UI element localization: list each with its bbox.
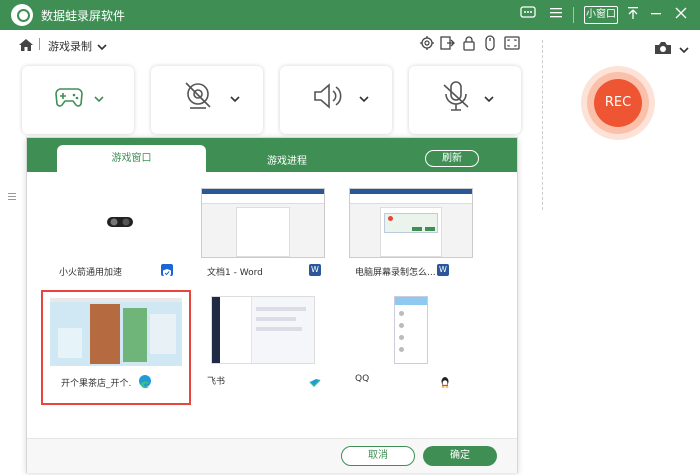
dialog-footer: 取消 确定 — [27, 438, 517, 473]
edge-thumbnail — [50, 298, 182, 366]
word-icon: W — [309, 264, 321, 276]
title-bar: 数据蛙录屏软件 小窗口 — [0, 0, 700, 30]
lock-icon[interactable] — [461, 35, 477, 51]
webcam-card[interactable] — [151, 66, 263, 134]
feishu-icon — [309, 373, 321, 387]
chevron-down-icon[interactable] — [96, 38, 108, 57]
rocket-shield-icon — [161, 264, 173, 278]
speaker-icon — [312, 82, 346, 114]
window-item[interactable]: 小火箭通用加速 — [51, 186, 201, 301]
microphone-off-icon — [441, 80, 471, 118]
window-item[interactable]: 飞书 — [199, 290, 349, 405]
feishu-thumbnail — [211, 296, 315, 364]
edge-icon — [139, 375, 151, 389]
chevron-down-icon[interactable] — [229, 90, 241, 109]
titlebar-divider — [573, 7, 574, 23]
window-item-selected[interactable]: 开个果茶店_开个... — [41, 290, 191, 405]
game-card[interactable] — [22, 66, 134, 134]
system-sound-card[interactable] — [280, 66, 392, 134]
gamepad-icon — [54, 86, 84, 112]
word-thumbnail — [201, 188, 325, 258]
breadcrumb[interactable]: 游戏录制 — [48, 38, 92, 54]
close-icon[interactable] — [674, 6, 688, 26]
microphone-card[interactable] — [409, 66, 521, 134]
message-icon[interactable] — [520, 6, 536, 26]
window-item-label: 小火箭通用加速 — [59, 268, 123, 278]
app-title: 数据蛙录屏软件 — [41, 9, 126, 23]
window-item-label: 文档1 - Word — [207, 268, 263, 278]
window-item-label: 电脑屏幕录制怎么... — [355, 268, 435, 278]
home-icon[interactable] — [18, 37, 34, 56]
window-item[interactable]: 电脑屏幕录制怎么... W — [347, 186, 497, 301]
camera-icon[interactable] — [654, 40, 672, 59]
rocket-thumbnail — [107, 214, 133, 233]
tab-game-window[interactable]: 游戏窗口 — [57, 145, 206, 173]
webcam-off-icon — [183, 80, 213, 116]
window-item-label: 开个果茶店_开个... — [61, 379, 131, 389]
fullscreen-icon[interactable] — [504, 35, 520, 51]
word-thumbnail — [349, 188, 473, 258]
breadcrumb-divider — [39, 38, 40, 50]
mouse-icon[interactable] — [482, 35, 498, 51]
confirm-button[interactable]: 确定 — [423, 446, 497, 466]
settings-icon[interactable] — [419, 35, 435, 51]
chevron-down-icon[interactable] — [93, 90, 105, 109]
chevron-down-icon[interactable] — [358, 90, 370, 109]
window-item[interactable]: QQ — [347, 290, 497, 405]
export-icon[interactable] — [439, 35, 455, 51]
rec-button[interactable]: REC — [594, 79, 642, 127]
dialog-header: 游戏窗口 游戏进程 刷新 — [27, 138, 517, 173]
tab-game-process[interactable]: 游戏进程 — [267, 152, 307, 167]
chevron-down-icon[interactable] — [678, 41, 690, 60]
minimize-icon[interactable] — [649, 6, 663, 26]
pin-icon[interactable] — [626, 6, 640, 26]
window-item-label: QQ — [355, 374, 370, 384]
chevron-down-icon[interactable] — [483, 90, 495, 109]
mini-window-button[interactable]: 小窗口 — [584, 6, 618, 24]
window-item-label: 飞书 — [207, 377, 226, 387]
word-icon: W — [437, 264, 449, 276]
cancel-button[interactable]: 取消 — [341, 446, 415, 466]
panel-divider — [542, 40, 543, 210]
app-logo-icon — [11, 4, 33, 26]
menu-icon[interactable] — [549, 6, 563, 26]
qq-thumbnail — [394, 296, 428, 364]
refresh-button[interactable]: 刷新 — [425, 150, 479, 167]
qq-icon — [439, 373, 451, 388]
list-icon[interactable] — [8, 193, 16, 194]
game-window-dialog: 游戏窗口 游戏进程 刷新 小火箭通用加速 文档1 - Word W 电脑屏幕录制… — [26, 137, 518, 473]
window-item[interactable]: 文档1 - Word W — [199, 186, 349, 301]
